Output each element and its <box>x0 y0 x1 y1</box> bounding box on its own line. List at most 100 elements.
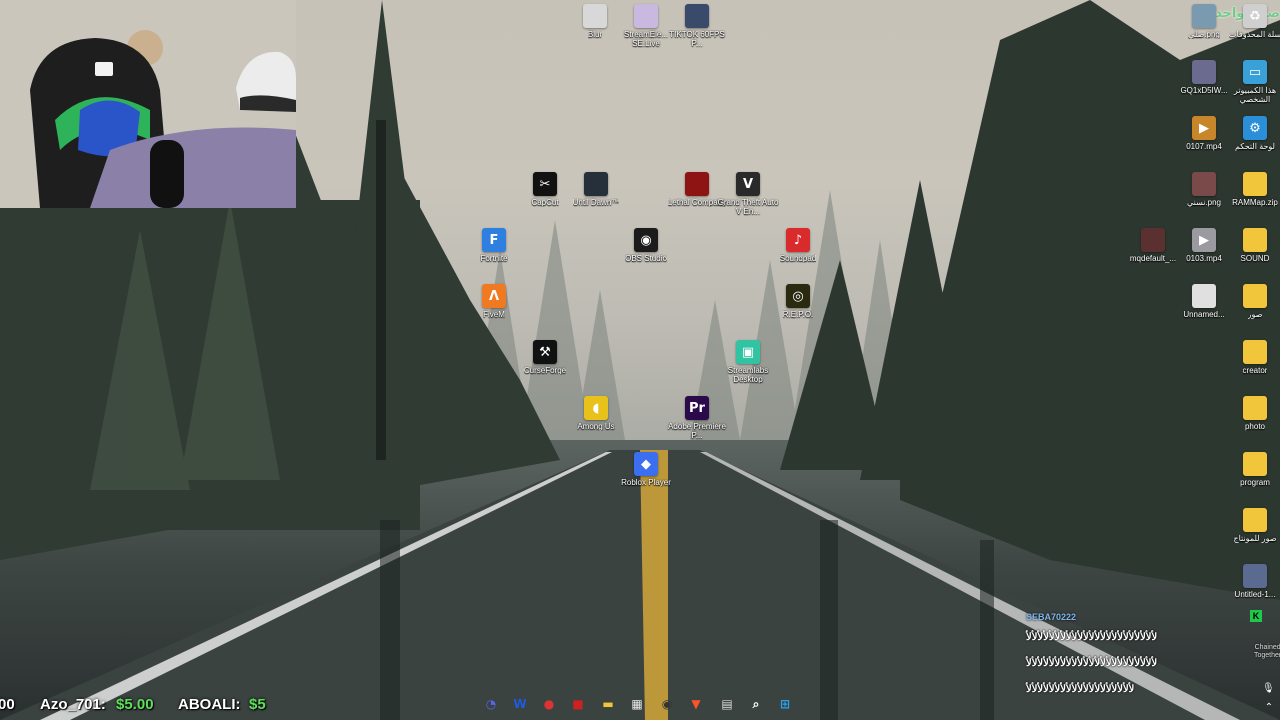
desktop-shortcut-r8[interactable]: photo <box>1224 396 1280 431</box>
desktop-shortcut-r9[interactable]: program <box>1224 452 1280 487</box>
desktop-shortcut-fivem[interactable]: Λ FiveM <box>463 284 525 319</box>
discord-icon[interactable]: ◔ <box>480 693 502 715</box>
image-icon <box>1141 228 1165 252</box>
ticker-amount-2: $5 <box>249 696 266 713</box>
desktop-shortcut-r3b[interactable]: ⚙ لوحة التحكم <box>1224 116 1280 151</box>
desktop-shortcut-label: Untitled-1... <box>1234 590 1276 599</box>
chat-side-text-2: Together <box>1254 652 1280 659</box>
chevron-up-icon[interactable]: ⌃ <box>1262 702 1276 716</box>
desktop-shortcut-label: Adobe Premiere P... <box>668 422 726 440</box>
obs-icon[interactable]: ◉ <box>656 693 678 715</box>
desktop-shortcut-label: CapCut <box>531 198 559 207</box>
streamelements-icon <box>634 4 658 28</box>
brave-icon[interactable]: ▼ <box>685 693 707 715</box>
desktop-shortcut-obs[interactable]: ◉ OBS Studio <box>615 228 677 263</box>
roblox-icon: ◆ <box>634 452 658 476</box>
image-icon <box>1192 172 1216 196</box>
desktop-shortcut-label: FiveM <box>483 310 505 319</box>
among-us-icon: ◖ <box>584 396 608 420</box>
desktop-shortcut-label: Among Us <box>577 422 615 431</box>
fivem-icon: Λ <box>482 284 506 308</box>
desktop-shortcut-label: 0107.mp4 <box>1186 142 1222 151</box>
file-explorer-icon[interactable]: ▬ <box>597 693 619 715</box>
desktop-shortcut-label: R.E.P.O. <box>782 310 814 319</box>
desktop-shortcut-label: Roblox Player <box>621 478 671 487</box>
desktop-shortcut-soundpad[interactable]: ♪ Soundpad <box>767 228 829 263</box>
chrome-icon[interactable]: ● <box>538 693 560 715</box>
desktop-shortcut-curseforge[interactable]: ⚒ CurseForge <box>514 340 576 375</box>
desktop-shortcut-label: صلي.png <box>1188 30 1220 39</box>
desktop-shortcut-label: صور للمونتاج <box>1233 534 1277 543</box>
desktop-shortcut-streamlabs[interactable]: ▣ Streamlabs Desktop <box>717 340 779 384</box>
desktop-shortcut-r7[interactable]: creator <box>1224 340 1280 375</box>
desktop-shortcut-label: TIKTOK 60FPS P... <box>669 30 725 48</box>
soundpad-icon: ♪ <box>786 228 810 252</box>
desktop-shortcut-fortnite[interactable]: F Fortnite <box>463 228 525 263</box>
desktop-shortcut-label: creator <box>1242 366 1268 375</box>
image-icon <box>1192 284 1216 308</box>
desktop-shortcut-roblox[interactable]: ◆ Roblox Player <box>615 452 677 487</box>
desktop-shortcut-r1b[interactable]: ♻ سلة المحذوفات <box>1224 4 1280 39</box>
desktop-shortcut-label: Streamlabs Desktop <box>727 366 769 384</box>
ticker-donor-1: Azo_701: <box>40 696 106 713</box>
desktop-shortcut-label: صور <box>1247 310 1263 319</box>
desktop-shortcut-r2b[interactable]: ▭ هذا الكمبيوتر الشخصي <box>1224 60 1280 104</box>
recycle-bin-icon: ♻ <box>1243 4 1267 28</box>
desktop-shortcut-label: mqdefault_... <box>1129 254 1177 263</box>
image-icon <box>1192 4 1216 28</box>
windows-start-icon[interactable]: ⊞ <box>774 693 796 715</box>
photo-icon <box>685 4 709 28</box>
desktop-shortcut-until-dawn[interactable]: Until Dawn™ <box>565 172 627 207</box>
curseforge-icon: ⚒ <box>533 340 557 364</box>
ticker-amount-1: $5.00 <box>116 696 154 713</box>
task-view-icon[interactable]: ▤ <box>716 693 738 715</box>
gta-icon: V <box>736 172 760 196</box>
chat-username: SEBA70222 <box>1026 612 1077 622</box>
video-icon: ▶ <box>1192 116 1216 140</box>
desktop-shortcut-repo[interactable]: ◎ R.E.P.O. <box>767 284 829 319</box>
folder-icon <box>1243 452 1267 476</box>
game-icon <box>584 172 608 196</box>
desktop-shortcut-label: Soundpad <box>779 254 817 263</box>
ticker-donor-2: ABOALI: <box>178 696 241 713</box>
obs-icon: ◉ <box>634 228 658 252</box>
search-icon[interactable]: ⌕ <box>745 693 767 715</box>
desktop-shortcut-label: Blur <box>587 30 603 39</box>
desktop-shortcut-r11[interactable]: Untitled-1... <box>1224 564 1280 599</box>
desktop-shortcut-label: 0103.mp4 <box>1186 254 1222 263</box>
desktop-shortcut-r5c[interactable]: SOUND <box>1224 228 1280 263</box>
desktop-shortcut-label: CurseForge <box>523 366 567 375</box>
desktop-shortcut-label: GQ1xD5IW... <box>1180 86 1228 95</box>
desktop-shortcut-label: program <box>1240 478 1270 487</box>
desktop-shortcut-r10[interactable]: صور للمونتاج <box>1224 508 1280 543</box>
desktop-shortcut-r6b[interactable]: صور <box>1224 284 1280 319</box>
folder-icon <box>1243 228 1267 252</box>
desktop-shortcut-among-us[interactable]: ◖ Among Us <box>565 396 627 431</box>
chat-badge-icon: K <box>1250 610 1262 622</box>
app-icon[interactable]: W <box>509 693 531 715</box>
desktop-shortcut-premiere[interactable]: Pr Adobe Premiere P... <box>666 396 728 440</box>
chat-side-text-1: Chained <box>1254 644 1280 651</box>
recorder-icon[interactable]: ■ <box>567 693 589 715</box>
desktop-shortcut-r4b[interactable]: RAMMap.zip <box>1224 172 1280 207</box>
desktop-shortcut-label: OBS Studio <box>625 254 667 263</box>
premiere-icon: Pr <box>685 396 709 420</box>
desktop-shortcut-tiktok-shortcut[interactable]: TIKTOK 60FPS P... <box>666 4 728 48</box>
chat-message-line: ﻷﻷﻷﻷﻷﻷﻷﻷﻷﻷﻷﻷﻷﻷﻷﻷﻷﻷﻷﻷﻷﻷﻷ <box>1026 632 1158 643</box>
game-icon <box>685 172 709 196</box>
desktop-shortcut-label: لوحة التحكم <box>1234 142 1275 151</box>
folder-icon <box>1243 284 1267 308</box>
file-icon <box>583 4 607 28</box>
image-icon <box>1192 60 1216 84</box>
microphone-icon[interactable]: 🎙 <box>1262 683 1275 695</box>
desktop-shortcut-gta-v[interactable]: V Grand Theft Auto V En... <box>717 172 779 216</box>
store-icon[interactable]: ▦ <box>626 693 648 715</box>
folder-icon <box>1243 340 1267 364</box>
chat-overlay: SEBA70222 K ﻷﻷﻷﻷﻷﻷﻷﻷﻷﻷﻷﻷﻷﻷﻷﻷﻷﻷﻷﻷﻷﻷﻷ ﻷﻷﻷﻷ… <box>1022 608 1280 702</box>
capcut-icon: ✂ <box>533 172 557 196</box>
webcam-overlay <box>0 0 296 208</box>
desktop-shortcut-label: Unnamed... <box>1183 310 1225 319</box>
this-pc-icon: ▭ <box>1243 60 1267 84</box>
zip-folder-icon <box>1243 172 1267 196</box>
control-panel-icon: ⚙ <box>1243 116 1267 140</box>
